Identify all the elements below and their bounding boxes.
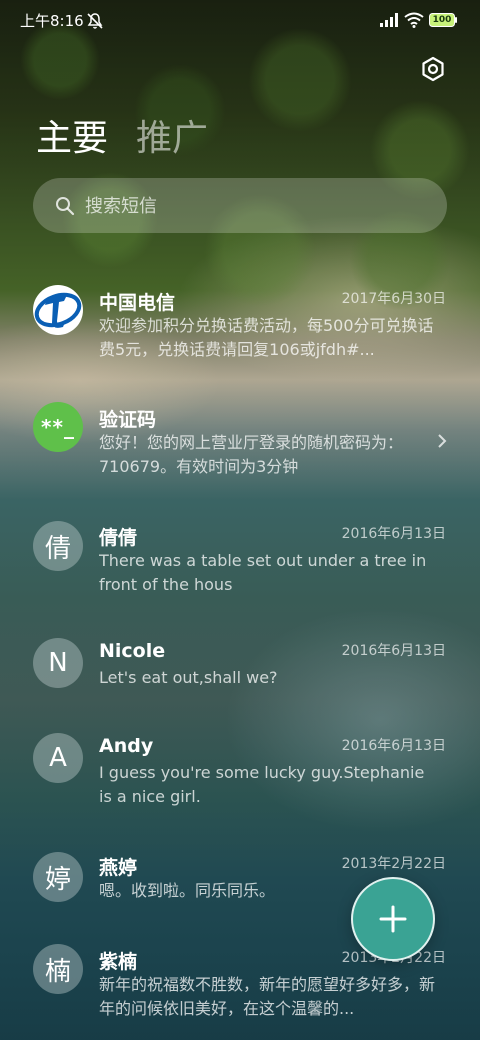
message-preview: Let's eat out,shall we? [99, 668, 278, 687]
search-icon [56, 197, 75, 216]
message-date: 2016年6月13日 [341, 738, 446, 754]
search-bar[interactable] [33, 178, 447, 235]
message-preview: 您好！您的网上营业厅登录的随机密码为：710679。有效时间为3分钟 [99, 433, 404, 476]
message-date: 2013年2月22日 [341, 856, 446, 872]
china-telecom-logo-icon [33, 285, 83, 335]
avatar: 婷 [33, 852, 83, 902]
avatar: **_ [33, 402, 83, 452]
conversation-nicole[interactable]: N Nicole 2016年6月13日 Let's eat out,shall … [0, 635, 480, 705]
signal-icon [380, 13, 398, 27]
sender-name: Andy [99, 735, 154, 757]
wifi-icon [404, 12, 424, 28]
conversation-qianqian[interactable]: 倩 倩倩 2016年6月13日 There was a table set ou… [0, 518, 480, 608]
mute-icon [87, 13, 103, 29]
sender-name: 燕婷 [99, 857, 138, 879]
battery-level: 100 [432, 15, 452, 25]
gear-icon[interactable] [420, 56, 446, 82]
plus-icon [379, 905, 407, 933]
message-preview: 新年的祝福数不胜数，新年的愿望好多好多，新年的问候依旧美好，在这个温馨的... [99, 975, 436, 1018]
tab-promotions[interactable]: 推广 [136, 114, 208, 164]
sender-name: Nicole [99, 640, 166, 662]
sender-name: 倩倩 [99, 527, 138, 549]
status-time: 上午8:16 [20, 12, 84, 30]
message-preview: There was a table set out under a tree i… [99, 551, 427, 594]
conversation-andy[interactable]: A Andy 2016年6月13日 I guess you're some lu… [0, 730, 480, 820]
message-date: 2016年6月13日 [341, 526, 446, 542]
search-input[interactable] [83, 178, 427, 235]
message-preview: I guess you're some lucky guy.Stephanie … [99, 763, 425, 806]
chevron-right-icon [438, 434, 447, 448]
tab-main[interactable]: 主要 [36, 114, 108, 164]
messages-screen: 上午8:16 100 主要 推广 搜索短信 中国电信 2017年6月30日 欢迎… [0, 0, 480, 1040]
avatar: N [33, 638, 83, 688]
avatar: A [33, 733, 83, 783]
message-date: 2017年6月30日 [341, 291, 446, 307]
sender-name: 验证码 [99, 409, 157, 431]
conversation-verification-code[interactable]: **_ 验证码 您好！您的网上营业厅登录的随机密码为：710679。有效时间为3… [0, 400, 480, 490]
sender-name: 紫楠 [99, 951, 138, 973]
conversation-china-telecom[interactable]: 中国电信 2017年6月30日 欢迎参加积分兑换话费活动，每500分可兑换话费5… [0, 280, 480, 370]
sender-name: 中国电信 [99, 292, 176, 314]
status-bar: 上午8:16 100 [0, 0, 480, 42]
message-preview: 欢迎参加积分兑换话费活动，每500分可兑换话费5元，兑换话费请回复106或jfd… [99, 316, 434, 359]
message-date: 2016年6月13日 [341, 643, 446, 659]
compose-button[interactable] [351, 877, 435, 961]
avatar: 楠 [33, 944, 83, 994]
avatar: 倩 [33, 521, 83, 571]
